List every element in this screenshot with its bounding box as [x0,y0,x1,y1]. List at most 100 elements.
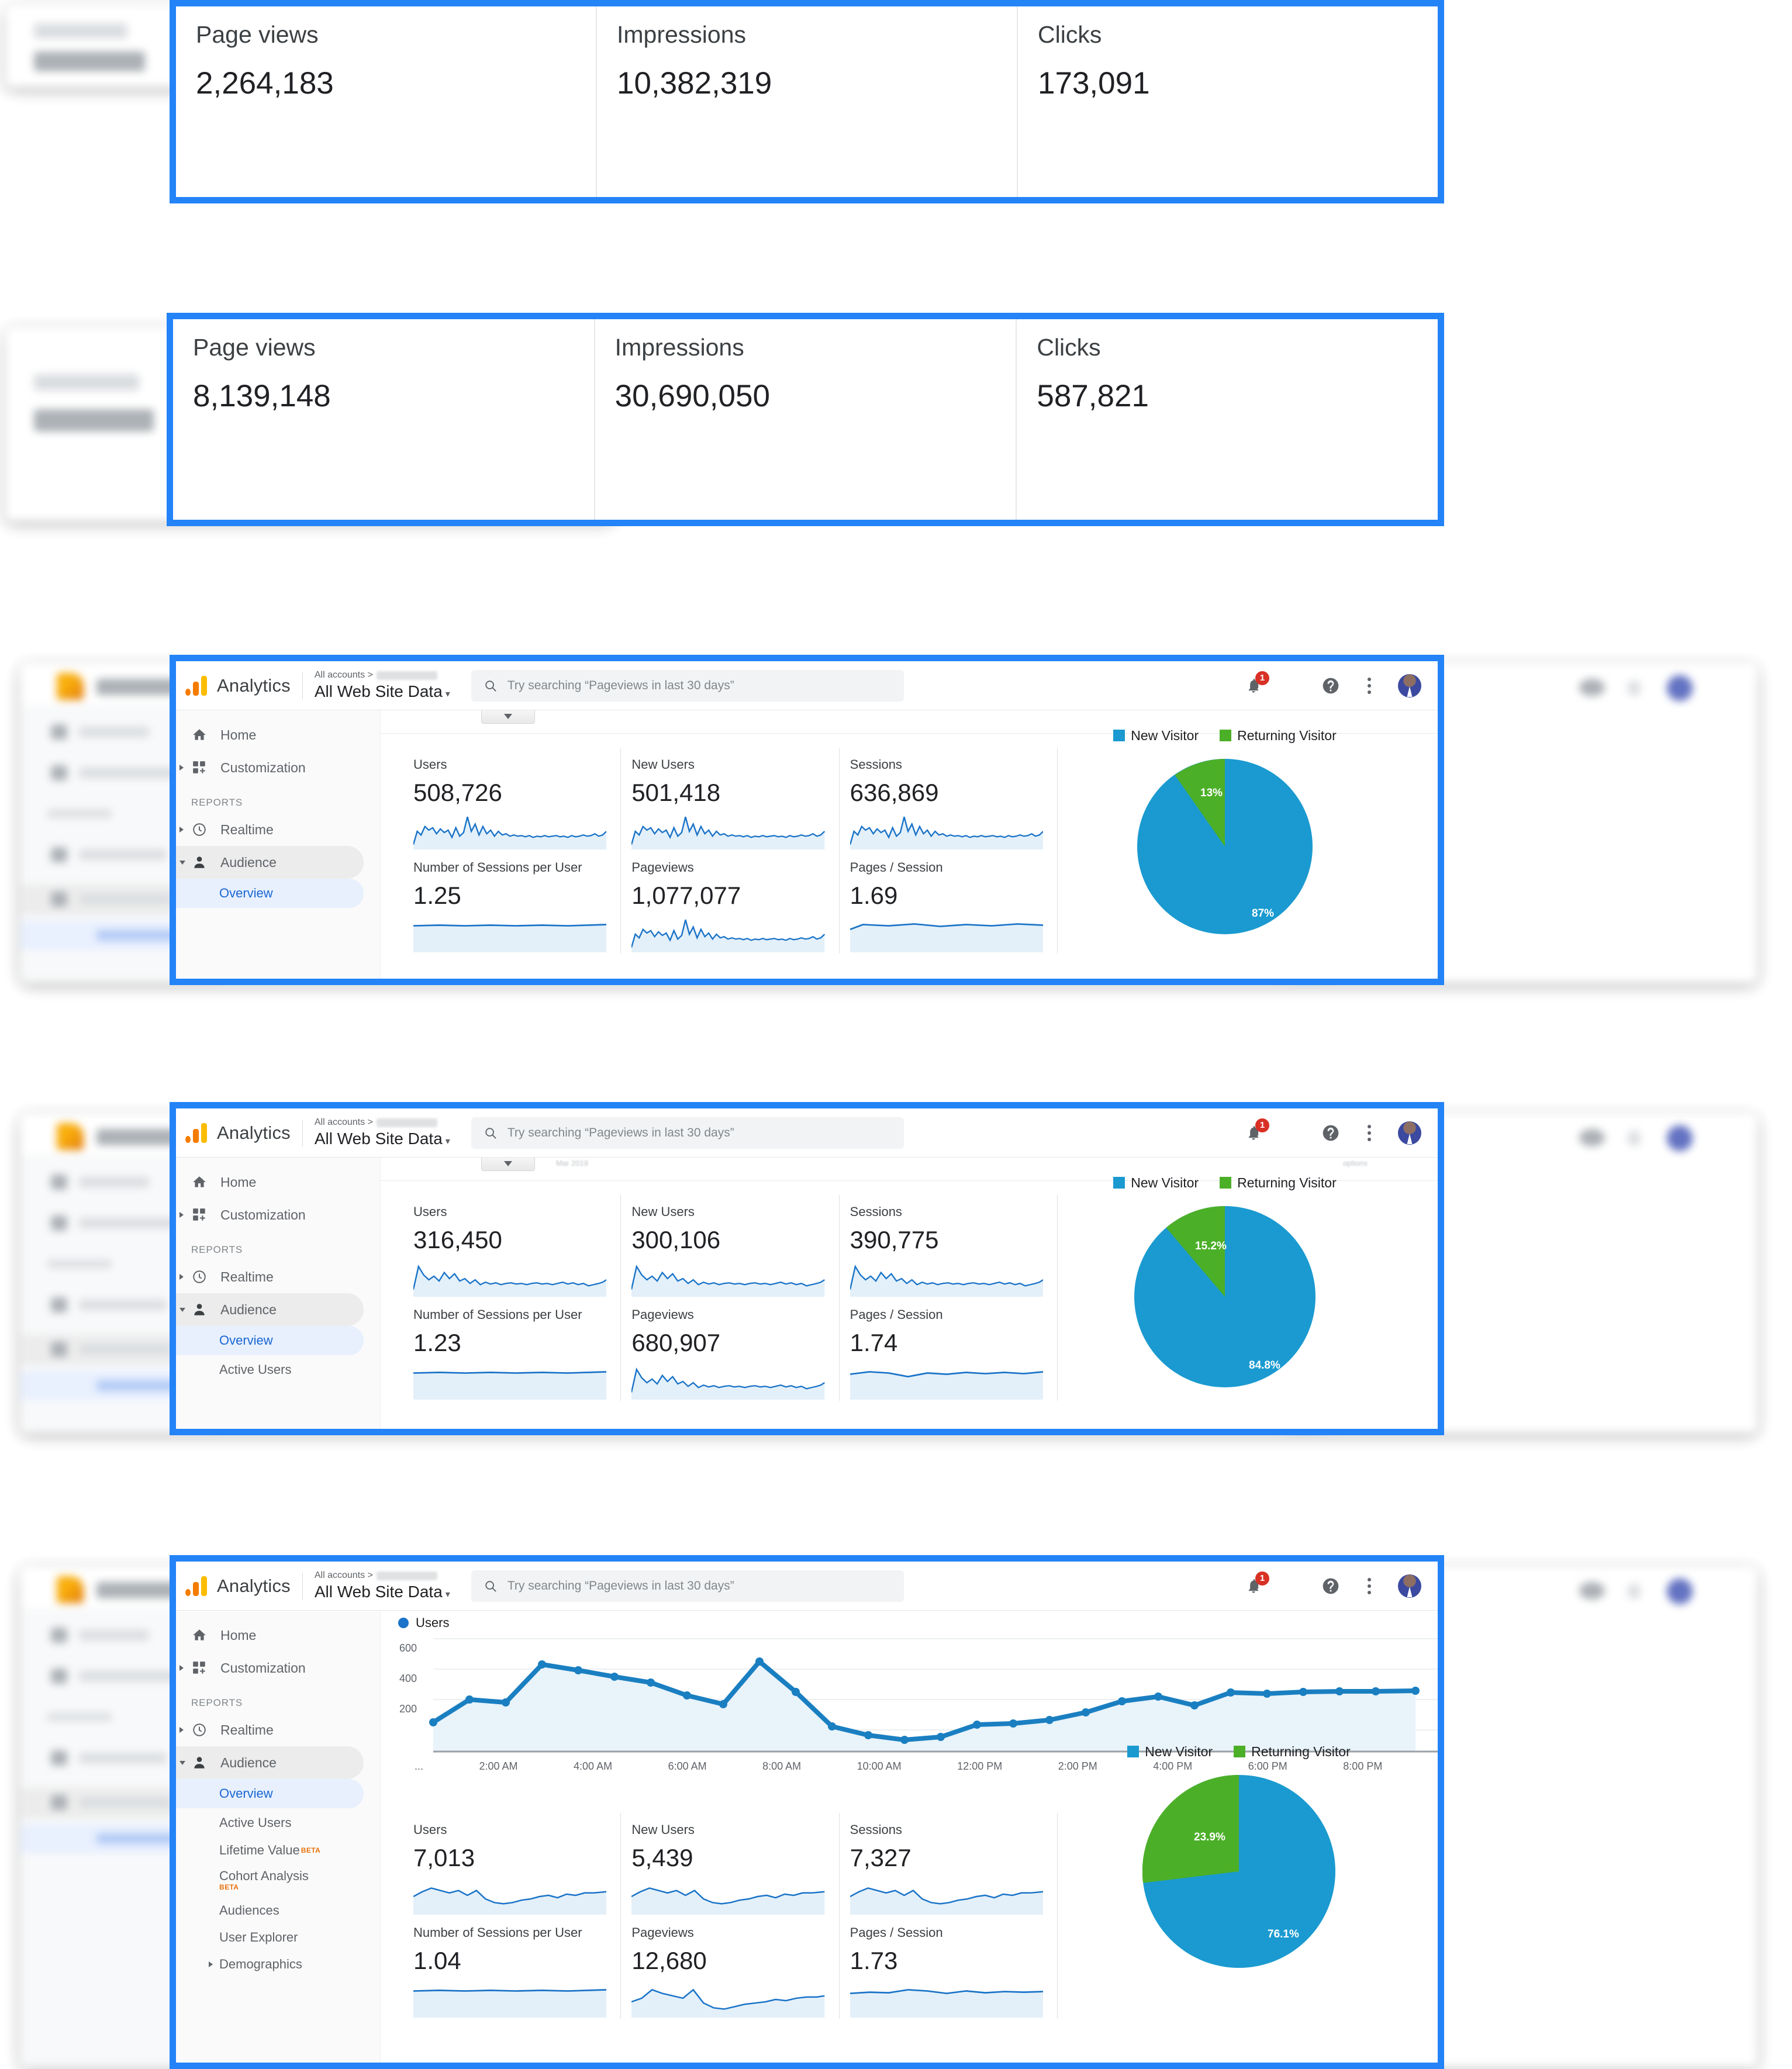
collapse-arrow-icon [179,1307,185,1312]
sparkline-chart [850,1371,1044,1400]
collapse-handle[interactable] [481,1158,535,1171]
chevron-down-icon: ▾ [445,1590,450,1600]
pie-svg [1134,1206,1315,1387]
sidebar-item-audience[interactable]: Audience [176,846,364,879]
metric-label: Pages / Session [850,1925,943,1940]
expand-arrow-icon [209,1961,213,1967]
metric-label: Users [413,757,447,772]
search-input[interactable]: Try searching “Pageviews in last 30 days… [471,1570,904,1602]
sparkline-chart [412,816,607,849]
expand-arrow-icon [179,1665,184,1671]
sidebar-subitem-overview[interactable]: Overview [176,879,364,908]
sidebar-item-realtime[interactable]: Realtime [176,813,380,846]
account-selector[interactable]: All accounts > All Web Site Data ▾ [315,1117,450,1148]
avatar[interactable] [1398,1574,1421,1598]
beta-badge: BETA [219,1883,239,1891]
notifications-bell-icon[interactable]: 1 [1244,1571,1269,1596]
legend-item-new-visitor: New Visitor [1113,1175,1199,1191]
sidebar-subitem-overview[interactable]: Overview [176,1326,364,1355]
search-input[interactable]: Try searching “Pageviews in last 30 days… [471,1117,904,1149]
new-vs-returning-pie-chart: New Visitor Returning Visitor 15.2% 84.8… [1061,1175,1389,1387]
help-icon[interactable] [1321,1123,1341,1143]
sparkline-chart [631,1887,825,1915]
sidebar-item-audience[interactable]: Audience [176,1746,364,1779]
notification-badge: 1 [1255,1571,1269,1586]
person-icon [191,1301,208,1318]
sidebar: Home Customization REPORTS Realtime Audi… [176,1611,381,2063]
sidebar-item-audience[interactable]: Audience [176,1293,364,1326]
kpi-row-2: Page views 8,139,148 Impressions 30,690,… [173,319,1438,520]
sidebar-subitem-active-users[interactable]: Active Users [176,1808,380,1837]
more-options-icon[interactable] [1359,1123,1379,1143]
collapse-handle[interactable] [481,710,535,724]
property-selector[interactable]: All Web Site Data ▾ [315,1583,450,1601]
metric-value: 1.74 [850,1329,898,1356]
account-selector[interactable]: All accounts > All Web Site Data ▾ [315,1570,450,1601]
sidebar-subitem-active-users[interactable]: Active Users [176,1355,380,1384]
x-tick: 6:00 AM [668,1760,707,1772]
legend-item-returning-visitor: Returning Visitor [1220,1175,1337,1191]
notifications-bell-icon[interactable]: 1 [1244,1118,1269,1143]
property-selector[interactable]: All Web Site Data ▾ [315,1130,450,1148]
apps-grid-icon[interactable] [1282,676,1302,696]
sparkline-chart [631,1988,825,2018]
account-selector[interactable]: All accounts > All Web Site Data ▾ [315,670,450,701]
customization-icon [191,759,208,776]
notifications-bell-icon[interactable]: 1 [1244,671,1269,696]
sidebar-item-home[interactable]: Home [176,1619,380,1652]
y-axis-tick-600: 600 [399,1642,417,1654]
analytics-logo-icon [185,1122,209,1143]
sidebar-item-home[interactable]: Home [176,719,380,751]
sidebar-item-realtime[interactable]: Realtime [176,1260,380,1293]
sidebar-subitem-lifetime-value[interactable]: Lifetime Value BETA [176,1837,380,1863]
metric-value: 1.69 [850,882,898,909]
more-options-icon[interactable] [1359,676,1379,696]
sidebar-subitem-cohort-analysis[interactable]: Cohort Analysis BETA [176,1863,380,1897]
avatar[interactable] [1398,1121,1421,1145]
breadcrumb: All accounts > [315,1117,450,1128]
expand-arrow-icon [179,765,184,771]
more-options-icon[interactable] [1359,1576,1379,1596]
metric-value: 680,907 [631,1329,721,1356]
metric-value: 7,327 [850,1844,911,1871]
metric-value: 5,439 [631,1844,693,1871]
redacted-account-name [376,671,437,680]
customization-icon [191,1207,208,1223]
app-header: Analytics All accounts > All Web Site Da… [176,661,1438,710]
chevron-down-icon: ▾ [445,1137,450,1146]
sidebar-subitem-overview[interactable]: Overview [176,1779,364,1808]
expand-arrow-icon [179,827,184,833]
metric-label: Pageviews [631,860,694,875]
help-icon[interactable] [1321,1576,1341,1596]
x-tick: 4:00 AM [574,1760,613,1772]
metric-card: Pages / Session 1.69 [840,851,1058,954]
sidebar-subitem-demographics[interactable]: Demographics [176,1951,380,1978]
sidebar-item-customization[interactable]: Customization [176,1198,380,1231]
sidebar-item-customization[interactable]: Customization [176,751,380,784]
sidebar-subitem-audiences[interactable]: Audiences [176,1897,380,1924]
sparkline-chart [849,816,1044,849]
screenshot-stage: Page views 2,264,183 Impressions 10,382,… [0,0,1792,2069]
help-icon[interactable] [1321,676,1341,696]
expand-arrow-icon [179,1274,184,1280]
property-selector[interactable]: All Web Site Data ▾ [315,682,450,701]
metric-card-grid: Users 508,726 New Users 501,418 Sessions… [403,748,1058,954]
avatar[interactable] [1398,673,1421,697]
sidebar-subitem-user-explorer[interactable]: User Explorer [176,1924,380,1951]
metric-card-grid: Users 316,450 New Users 300,106 Sessions… [403,1195,1058,1401]
apps-grid-icon[interactable] [1282,1123,1302,1143]
metric-card: Pageviews 680,907 [621,1298,840,1401]
collapse-arrow-icon [179,1760,185,1765]
metric-card: Pageviews 1,077,077 [621,851,840,954]
app-body: Home Customization REPORTS Realtime Audi… [176,1158,1438,1429]
sidebar-item-customization[interactable]: Customization [176,1652,380,1684]
metric-card: Sessions 390,775 [840,1195,1058,1298]
sidebar-item-home[interactable]: Home [176,1166,380,1198]
kpi-label: Impressions [617,21,747,48]
sidebar-item-realtime[interactable]: Realtime [176,1714,380,1746]
apps-grid-icon[interactable] [1282,1576,1302,1596]
pie-legend: New Visitor Returning Visitor [1075,1744,1403,1760]
search-input[interactable]: Try searching “Pageviews in last 30 days… [471,669,904,702]
sparkline-chart [631,816,826,849]
notification-badge: 1 [1255,671,1269,685]
